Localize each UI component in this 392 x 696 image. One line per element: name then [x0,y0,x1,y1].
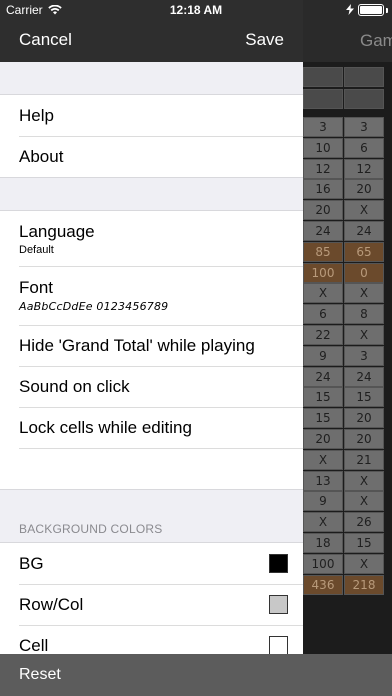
background-grid-cell: X [303,512,343,533]
color-row-bg[interactable]: BG [0,543,303,584]
background-grid-cell: 9 [303,491,343,512]
cancel-button[interactable]: Cancel [19,30,72,50]
reset-bar: Reset [0,654,392,696]
background-title: Gam [360,31,392,50]
background-grid-cell: 12 [303,158,343,179]
language-value: Default [19,243,54,256]
background-grid-cell: X [344,553,384,574]
info-group: Help About [0,94,303,178]
background-grid-cell: 18 [303,533,343,553]
background-grid-cell: X [344,325,384,345]
background-grid-cell: 10 [303,137,343,158]
background-grid-cell: 85 [303,241,343,262]
background-grid-cell: 22 [303,325,343,345]
section-spacer [0,62,303,94]
background-grid-cell: 0 [344,262,384,283]
lock-cells-row[interactable]: Lock cells while editing [0,407,303,448]
color-label-row-col: Row/Col [19,594,84,614]
background-grid-cell: 24 [344,366,384,387]
background-grid-header-cell [344,89,384,109]
background-grid-cell: 3 [303,117,343,137]
background-grid-cell: 6 [303,304,343,325]
background-grid-cell: 15 [303,387,343,408]
background-grid-cell: 8 [344,304,384,325]
background-grid-cell: 24 [303,366,343,387]
sound-on-click-row[interactable]: Sound on click [0,366,303,407]
language-label: Language [19,221,95,241]
background-grid-cell: 100 [303,553,343,574]
empty-row [0,448,303,489]
battery-icon [358,4,384,16]
help-row[interactable]: Help [0,95,303,136]
background-grid-cell: X [303,449,343,470]
background-grid-cell: 13 [303,470,343,491]
color-swatch-cell[interactable] [269,636,288,655]
sound-on-click-label: Sound on click [19,376,130,396]
reset-button[interactable]: Reset [19,666,61,684]
background-grid-cell: 20 [344,179,384,200]
color-row-row-col[interactable]: Row/Col [0,584,303,625]
background-grid-cell: 12 [344,158,384,179]
background-colors-header: BACKGROUND COLORS [0,490,303,542]
background-grid-cell: 15 [344,533,384,553]
font-label: Font [19,278,54,297]
battery-nub [386,8,388,13]
background-grid-cell: 20 [344,429,384,449]
background-grid-cell: 436 [303,574,343,595]
background-grid-cell: 24 [303,221,343,241]
background-grid-cell: 3 [344,117,384,137]
help-label: Help [19,105,54,125]
background-grid-cell: 16 [303,179,343,200]
background-grid-cell: 20 [303,429,343,449]
background-grid-cell: X [344,200,384,221]
background-grid-cell: X [344,470,384,491]
hide-grand-total-label: Hide 'Grand Total' while playing [19,335,255,355]
background-grid-cell: 24 [344,221,384,241]
color-label-bg: BG [19,553,44,573]
background-grid-cell: 100 [303,262,343,283]
options-group: Language Default Font AaBbCcDdEe 0123456… [0,210,303,490]
background-grid-cell: 26 [344,512,384,533]
lock-cells-label: Lock cells while editing [19,417,192,437]
font-sample: AaBbCcDdEe 0123456789 [19,300,169,313]
background-colors-group: BG Row/Col Cell [0,542,303,667]
hide-grand-total-row[interactable]: Hide 'Grand Total' while playing [0,325,303,366]
background-grid-cell: 15 [344,387,384,408]
background-grid-cell: 6 [344,137,384,158]
background-grid-cell: X [344,283,384,304]
background-grid-cell: X [303,283,343,304]
background-grid-cell: 9 [303,345,343,366]
language-row[interactable]: Language Default [0,211,303,266]
save-button[interactable]: Save [245,30,284,50]
charging-bolt-icon [346,4,354,15]
background-grid-header-cell [303,67,343,87]
font-row[interactable]: Font AaBbCcDdEe 0123456789 [0,266,303,325]
color-swatch-bg[interactable] [269,554,288,573]
background-grid-cell: 3 [344,345,384,366]
about-label: About [19,146,64,166]
background-grid-header-cell [303,89,343,109]
section-spacer [0,178,303,210]
background-grid-cell: 65 [344,241,384,262]
color-label-cell: Cell [19,635,49,655]
status-bar: Carrier 12:18 AM [0,0,392,20]
about-row[interactable]: About [0,136,303,177]
color-swatch-row-col[interactable] [269,595,288,614]
background-grid-cell: 21 [344,449,384,470]
background-grid-cell: X [344,491,384,512]
status-time: 12:18 AM [169,3,223,17]
background-grid-cell: 20 [303,200,343,221]
background-grid-header-cell [344,67,384,87]
background-grid-cell: 20 [344,408,384,429]
background-grid-cell: 218 [344,574,384,595]
settings-drawer: Cancel Save Help About Language Default … [0,0,303,696]
background-grid-cell: 15 [303,408,343,429]
